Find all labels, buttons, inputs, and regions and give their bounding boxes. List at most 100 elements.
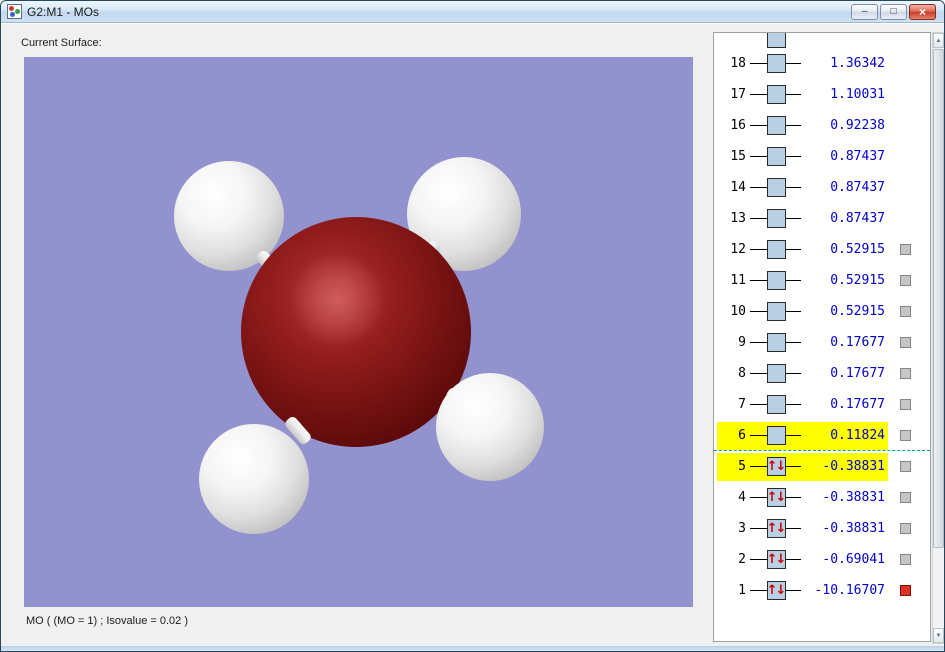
mo-energy-value: 0.11824: [801, 428, 885, 443]
mo-checkbox[interactable]: [900, 368, 911, 379]
window-controls: – □ ×: [851, 4, 936, 20]
mo-checkbox[interactable]: [900, 430, 911, 441]
mo-level-tick-right: [786, 218, 801, 219]
mo-checkbox[interactable]: [900, 554, 911, 565]
surface-status-label: MO ( (MO = 1) ; Isovalue = 0.02 ): [26, 615, 188, 627]
mo-isosurface[interactable]: [241, 217, 471, 447]
maximize-button[interactable]: □: [880, 4, 907, 20]
mo-checkbox[interactable]: [900, 244, 911, 255]
mo-row[interactable]: 18 ↑↓ 1.36342: [714, 48, 930, 79]
mo-row[interactable]: 11 ↑↓ 0.52915: [714, 265, 930, 296]
scrollbar-down-button[interactable]: ▼: [933, 628, 944, 643]
titlebar[interactable]: G2:M1 - MOs – □ ×: [1, 1, 944, 23]
mo-orbital-box[interactable]: ↑↓: [767, 457, 786, 476]
scrollbar-up-button[interactable]: ▲: [933, 33, 944, 48]
mo-energy-value: -0.38831: [801, 490, 885, 505]
mo-row-main: 15 ↑↓ 0.87437: [717, 143, 888, 171]
mo-orbital-box[interactable]: ↑↓: [767, 271, 786, 290]
mo-row[interactable]: 3 ↑↓ -0.38831: [714, 513, 930, 544]
mo-row-list: 18 ↑↓ 1.36342 17 ↑↓ 1.10031 16 ↑↓: [714, 48, 930, 606]
mo-energy-value: -0.38831: [801, 521, 885, 536]
mo-level-tick-left: [750, 435, 767, 436]
mo-checkbox[interactable]: [900, 399, 911, 410]
atom-hydrogen-bottom-left[interactable]: [199, 424, 309, 534]
mo-orbital-box[interactable]: ↑↓: [767, 488, 786, 507]
mo-orbital-box[interactable]: ↑↓: [767, 54, 786, 73]
mo-row-main: 12 ↑↓ 0.52915: [717, 236, 888, 264]
mo-checkbox[interactable]: [900, 337, 911, 348]
mo-orbital-box[interactable]: ↑↓: [767, 209, 786, 228]
mo-checkbox[interactable]: [900, 585, 911, 596]
mo-row-main: 7 ↑↓ 0.17677: [717, 391, 888, 419]
mo-orbital-box[interactable]: ↑↓: [767, 240, 786, 259]
mo-row-main: 13 ↑↓ 0.87437: [717, 205, 888, 233]
mo-energy-value: 1.10031: [801, 87, 885, 102]
app-window: G2:M1 - MOs – □ × Current Surface: MO ( …: [0, 0, 945, 652]
mo-orbital-box[interactable]: ↑↓: [767, 302, 786, 321]
app-icon-dot-blue: [10, 12, 15, 17]
mo-orbital-box-partial[interactable]: [767, 33, 786, 48]
mo-orbital-box[interactable]: ↑↓: [767, 116, 786, 135]
mo-index-label: 18: [720, 56, 746, 71]
mo-orbital-box[interactable]: ↑↓: [767, 550, 786, 569]
mo-row[interactable]: 15 ↑↓ 0.87437: [714, 141, 930, 172]
mo-row[interactable]: 17 ↑↓ 1.10031: [714, 79, 930, 110]
mo-row[interactable]: 12 ↑↓ 0.52915: [714, 234, 930, 265]
mo-row[interactable]: 8 ↑↓ 0.17677: [714, 358, 930, 389]
mo-orbital-box[interactable]: ↑↓: [767, 85, 786, 104]
mo-checkbox[interactable]: [900, 492, 911, 503]
mo-orbital-box[interactable]: ↑↓: [767, 426, 786, 445]
up-arrow-icon: ▲: [936, 38, 942, 44]
mo-level-tick-left: [750, 187, 767, 188]
mo-orbital-box[interactable]: ↑↓: [767, 364, 786, 383]
mo-index-label: 17: [720, 87, 746, 102]
mo-row[interactable]: 2 ↑↓ -0.69041: [714, 544, 930, 575]
mo-row[interactable]: 7 ↑↓ 0.17677: [714, 389, 930, 420]
mo-orbital-box[interactable]: ↑↓: [767, 395, 786, 414]
mo-level-tick-right: [786, 156, 801, 157]
electron-pair-arrows-icon: ↑↓: [767, 553, 786, 566]
mo-energy-value: 0.52915: [801, 273, 885, 288]
scrollbar-track[interactable]: [933, 48, 944, 628]
mo-row[interactable]: 16 ↑↓ 0.92238: [714, 110, 930, 141]
mo-row[interactable]: 14 ↑↓ 0.87437: [714, 172, 930, 203]
mo-row[interactable]: 6 ↑↓ 0.11824: [714, 420, 930, 451]
mo-row[interactable]: 13 ↑↓ 0.87437: [714, 203, 930, 234]
mo-level-tick-right: [786, 280, 801, 281]
mo-checkbox[interactable]: [900, 523, 911, 534]
mo-row-main: 18 ↑↓ 1.36342: [717, 50, 888, 78]
mo-level-tick-right: [786, 63, 801, 64]
mo-checkbox[interactable]: [900, 306, 911, 317]
mo-scrollbar[interactable]: ▲ ▼: [932, 32, 945, 644]
molecule-viewport[interactable]: [24, 57, 693, 607]
mo-energy-value: -0.38831: [801, 459, 885, 474]
mo-orbital-box[interactable]: ↑↓: [767, 519, 786, 538]
mo-level-tick-left: [750, 373, 767, 374]
mo-level-tick-left: [750, 249, 767, 250]
mo-checkbox[interactable]: [900, 275, 911, 286]
electron-pair-arrows-icon: ↑↓: [767, 491, 786, 504]
mo-energy-value: 0.52915: [801, 304, 885, 319]
mo-level-tick-right: [786, 404, 801, 405]
mo-index-label: 4: [720, 490, 746, 505]
mo-level-tick-right: [786, 187, 801, 188]
mo-energy-value: 0.17677: [801, 335, 885, 350]
mo-orbital-box[interactable]: ↑↓: [767, 581, 786, 600]
minimize-button[interactable]: –: [851, 4, 878, 20]
mo-checkbox[interactable]: [900, 461, 911, 472]
close-button[interactable]: ×: [909, 4, 936, 20]
mo-orbital-box[interactable]: ↑↓: [767, 178, 786, 197]
scrollbar-thumb[interactable]: [933, 49, 944, 548]
mo-level-tick-right: [786, 466, 801, 467]
mo-row-main: 9 ↑↓ 0.17677: [717, 329, 888, 357]
mo-row[interactable]: 5 ↑↓ -0.38831: [714, 451, 930, 482]
mo-row[interactable]: 1 ↑↓ -10.16707: [714, 575, 930, 606]
mo-row[interactable]: 4 ↑↓ -0.38831: [714, 482, 930, 513]
mo-orbital-box[interactable]: ↑↓: [767, 147, 786, 166]
mo-row[interactable]: 10 ↑↓ 0.52915: [714, 296, 930, 327]
mo-row[interactable]: 9 ↑↓ 0.17677: [714, 327, 930, 358]
mo-orbital-box[interactable]: ↑↓: [767, 333, 786, 352]
mo-level-tick-right: [786, 249, 801, 250]
atom-hydrogen-bottom-right[interactable]: [436, 373, 544, 481]
mo-level-tick-right: [786, 590, 801, 591]
